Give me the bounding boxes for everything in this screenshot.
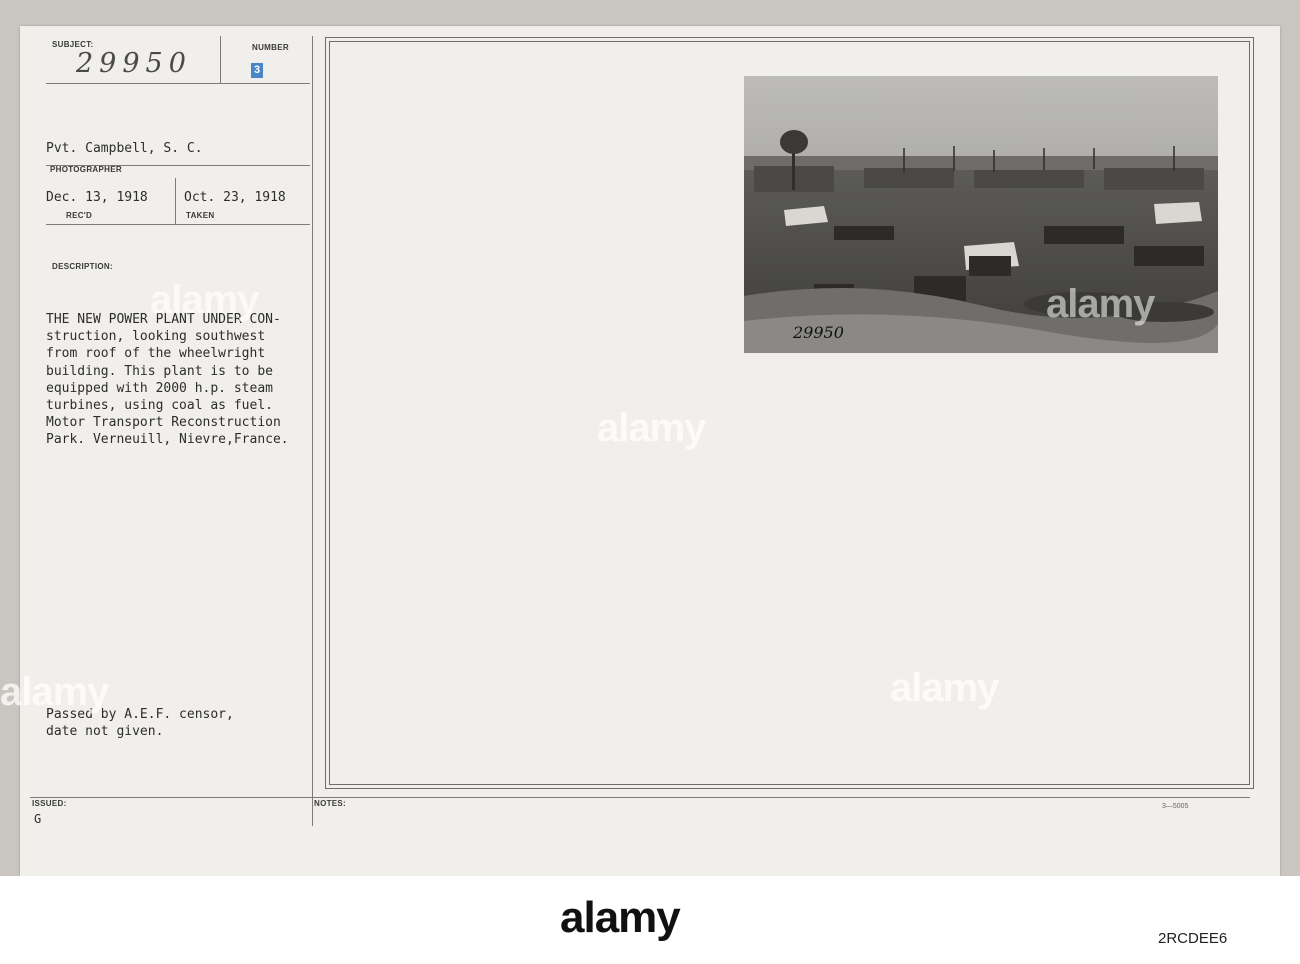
number-label: NUMBER [252, 43, 289, 52]
recd-date: Dec. 13, 1918 [46, 190, 148, 205]
description-text: THE NEW POWER PLANT UNDER CON- struction… [46, 311, 289, 449]
censor-line: date not given. [46, 724, 164, 740]
subject-value: 29950 [76, 48, 192, 79]
watermark-right-bottom: alamy [890, 666, 999, 710]
stock-logo: alamy [560, 893, 681, 942]
form-code: 3—5005 [1162, 803, 1189, 810]
description-line: building. This plant is to be [46, 363, 273, 379]
rule-column-divider [312, 36, 313, 826]
rule-bottom [30, 797, 1250, 798]
description-line: equipped with 2000 h.p. steam [46, 380, 273, 396]
watermark-left-top: alamy [150, 278, 259, 322]
issued-value: G [34, 812, 42, 826]
rule-subject [46, 83, 310, 84]
description-line: turbines, using coal as fuel. [46, 398, 273, 414]
description-label: DESCRIPTION: [52, 262, 113, 271]
issued-label: ISSUED: [32, 799, 67, 808]
rule-dates [46, 224, 310, 225]
taken-date: Oct. 23, 1918 [184, 190, 286, 205]
stock-image-id: 2RCDEE6 [1158, 930, 1228, 947]
description-line: Park. Verneuill, Nievre,France. [46, 432, 289, 448]
watermark-left-bottom: alamy [0, 670, 109, 714]
watermark-center: alamy [597, 406, 706, 450]
recd-label: REC'D [66, 211, 93, 220]
watermark-photo: alamy [1046, 282, 1155, 326]
photographer-name: Pvt. Campbell, S. C. [46, 141, 203, 156]
description-line: Motor Transport Reconstruction [46, 415, 281, 431]
rule-date-divider [175, 178, 176, 225]
rule-subject-divider [220, 36, 221, 84]
number-stamp: 3 [251, 63, 263, 78]
photo-number: 29950 [793, 323, 844, 342]
description-line: struction, looking southwest [46, 329, 266, 345]
notes-label: NOTES: [314, 799, 347, 808]
photographer-label: PHOTOGRAPHER [50, 165, 122, 174]
description-line: from roof of the wheelwright [46, 346, 266, 362]
taken-label: TAKEN [186, 211, 215, 220]
